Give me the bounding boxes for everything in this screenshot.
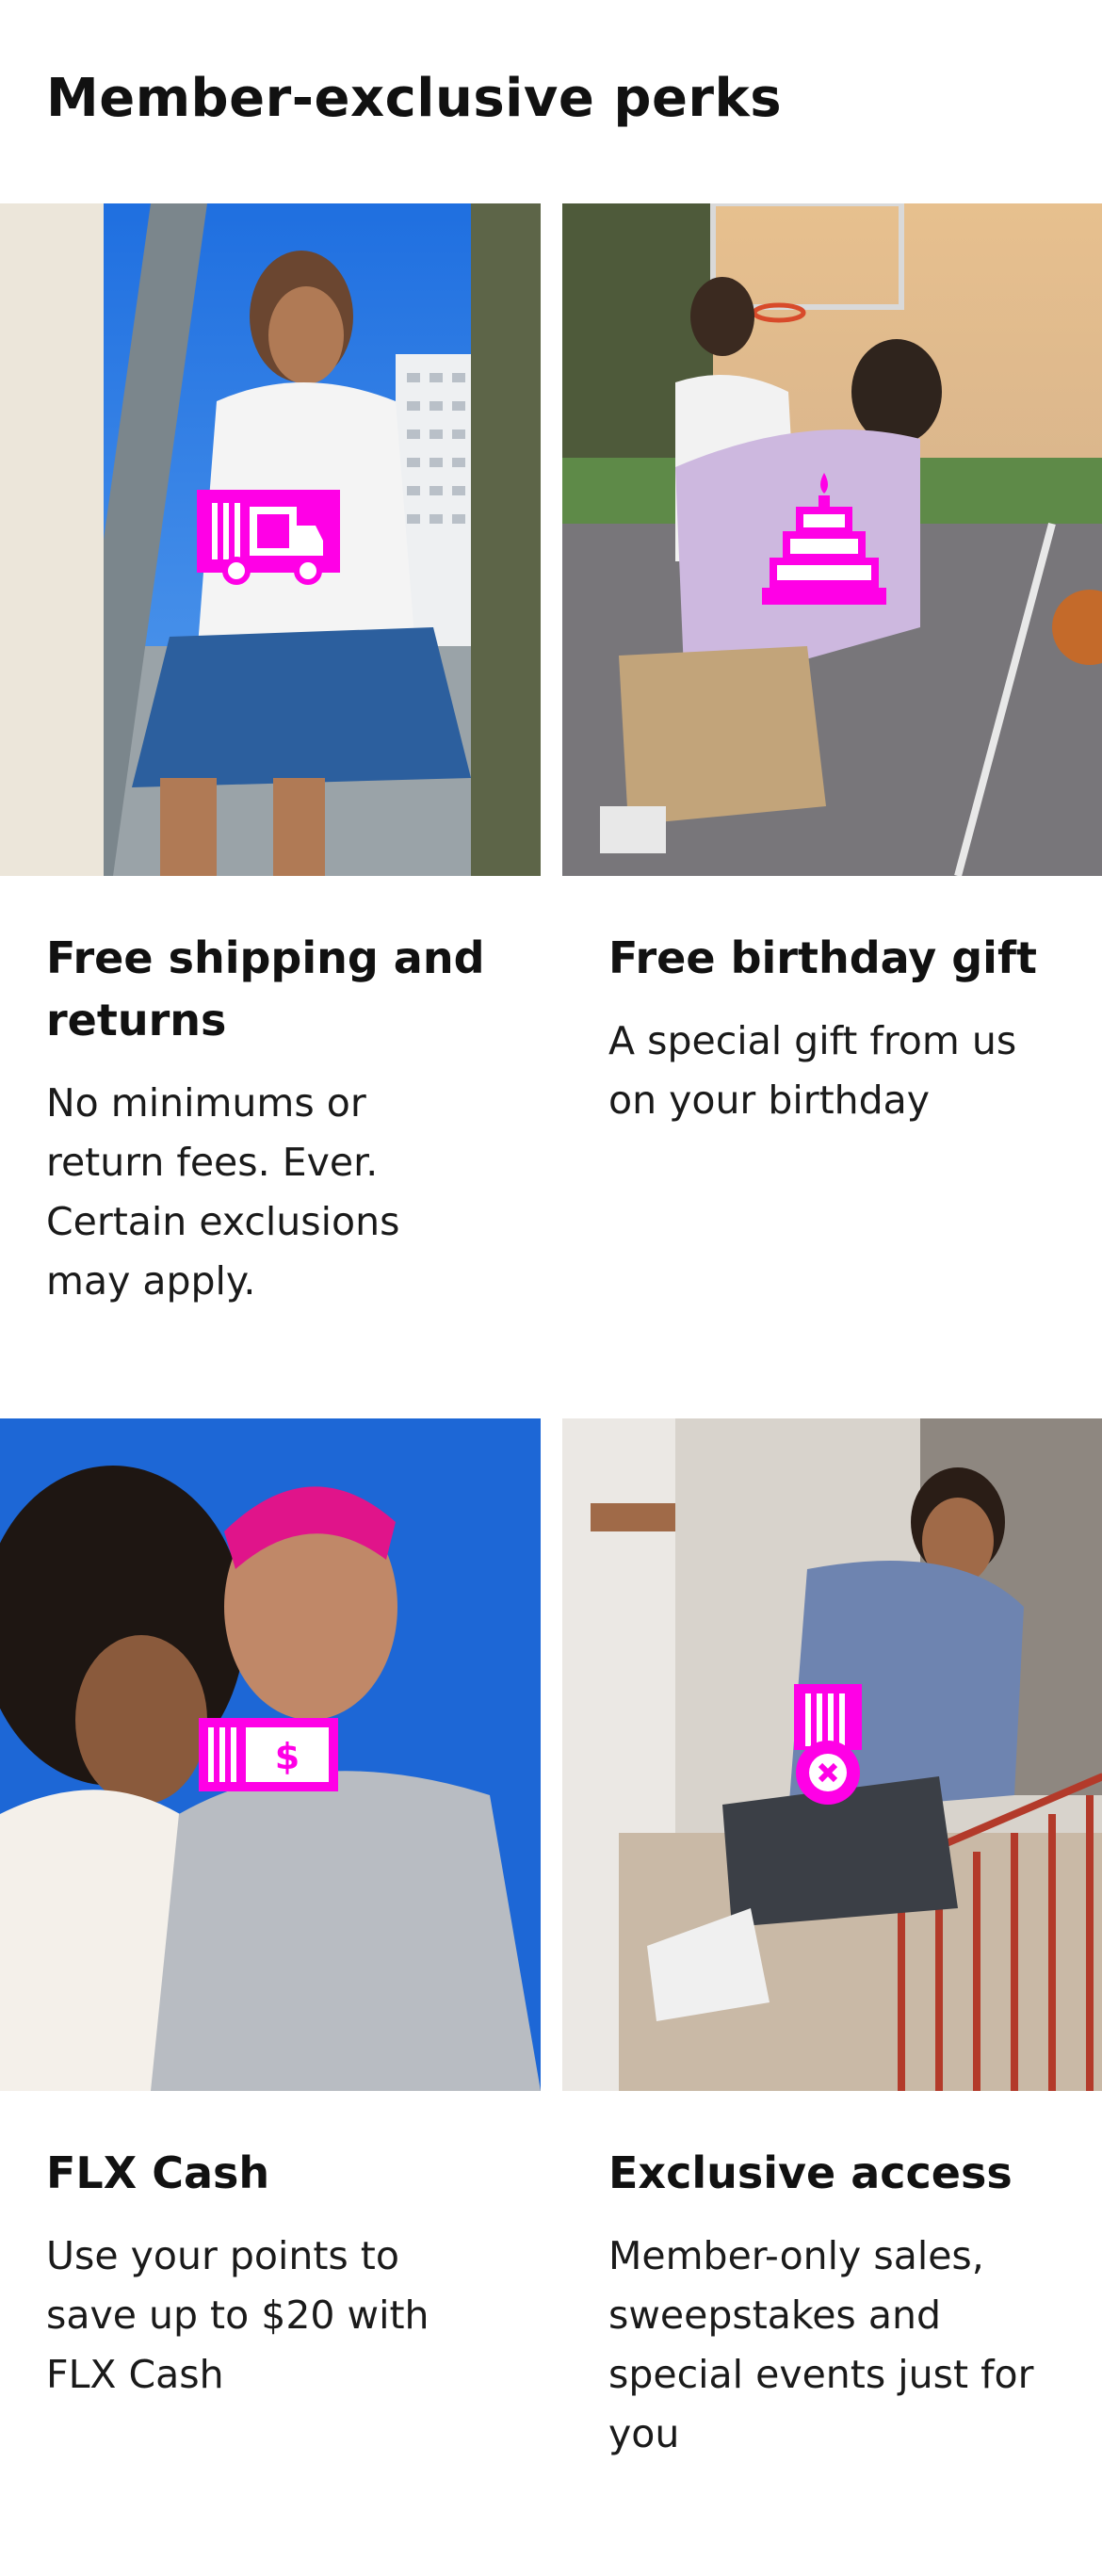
page-title: Member-exclusive perks bbox=[46, 68, 783, 129]
perk-description: A special gift from us on your birthday bbox=[608, 1018, 1017, 1123]
perk-card-free-shipping: Free shipping and returns No minimums or… bbox=[0, 203, 541, 1311]
truck-icon bbox=[197, 488, 340, 586]
perk-card-exclusive-access: Exclusive access Member-only sales, swee… bbox=[562, 1418, 1102, 2464]
perk-description: Use your points to save up to $20 with F… bbox=[46, 2233, 429, 2397]
perk-image bbox=[562, 203, 1102, 876]
perk-card-birthday-gift: Free birthday gift A special gift from u… bbox=[562, 203, 1102, 1130]
dollar-bill-icon: $ bbox=[197, 1716, 340, 1793]
perk-description: Member-only sales, sweepstakes and speci… bbox=[608, 2233, 1034, 2456]
perk-image bbox=[562, 1418, 1102, 2091]
perk-title: Free shipping and returns bbox=[46, 932, 485, 1045]
perk-image: $ bbox=[0, 1418, 541, 2091]
perk-card-flx-cash: $ FLX Cash Use your points to save up to… bbox=[0, 1418, 541, 2405]
svg-text:$: $ bbox=[275, 1736, 300, 1777]
ticket-medal-icon bbox=[788, 1682, 867, 1810]
perk-title: Exclusive access bbox=[608, 2147, 1013, 2198]
perk-description: No minimums or return fees. Ever. Certai… bbox=[46, 1080, 400, 1304]
perk-image bbox=[0, 203, 541, 876]
perk-title: FLX Cash bbox=[46, 2147, 270, 2198]
cake-icon bbox=[760, 469, 888, 608]
perk-title: Free birthday gift bbox=[608, 932, 1037, 983]
